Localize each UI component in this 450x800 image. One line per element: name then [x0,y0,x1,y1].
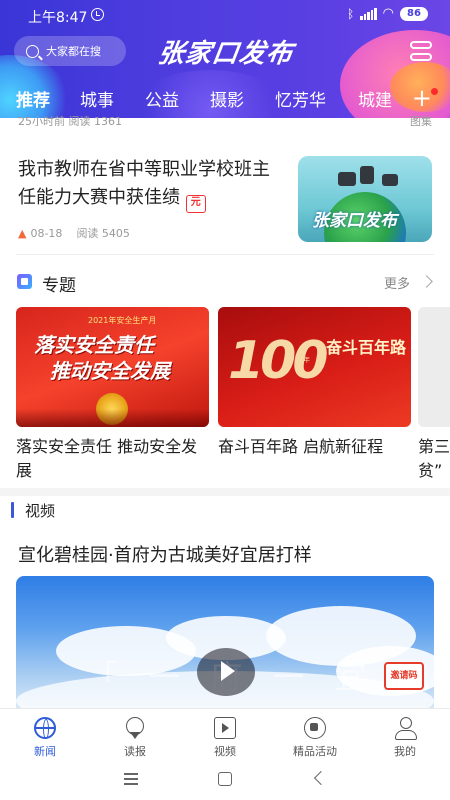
tab-memories[interactable]: 忆芳华 [275,86,326,111]
tab-public-welfare[interactable]: 公益 [145,86,179,111]
notification-dot [431,88,438,95]
tab-city-construction[interactable]: 城建 [358,86,392,111]
signal-icon [360,7,377,20]
original-tag-icon: 元 [185,195,206,213]
topic-caption: 奋斗百年路 启航新征程 [218,437,384,456]
nav-video[interactable]: 视频 [180,715,270,761]
centenary-number: 100 [228,331,329,391]
divider [16,254,434,255]
tab-recommend[interactable]: 推荐 [16,86,50,111]
hot-icon: ▲ [18,226,27,240]
previous-item-type: 图集 [410,115,432,126]
video-overlay-text: 「 一 府 一 宜 城 」 [86,658,434,696]
more-button[interactable]: 更多 [384,273,410,292]
crowd-silhouette [16,409,209,427]
tab-photography[interactable]: 摄影 [210,86,244,111]
banner-line-2: 推动安全发展 [50,359,170,383]
search-placeholder: 大家都在搜 [46,45,101,58]
battery-icon: 86 [400,6,428,21]
nav-news[interactable]: 新闻 [0,715,90,761]
home-icon[interactable] [218,772,232,786]
invite-code-button[interactable]: 邀请码 [384,662,424,690]
camera-icon [338,172,356,186]
centenary-label: 周年 [296,356,310,364]
alarm-icon [91,8,104,21]
banner-subtitle: 2021年安全生产月 [88,316,157,325]
thumbnail-logo: 张家口发布 [312,211,397,231]
activity-icon [304,717,326,739]
nav-label: 精品活动 [293,745,337,758]
centenary-banner-text: 奋斗百年路 启航新征程 [326,338,411,357]
nav-activities[interactable]: 精品活动 [270,715,360,761]
topic-card-safety[interactable]: 2021年安全生产月 落实安全责任 推动安全发展 落实安全责任 推动安全发展 [16,307,209,483]
topic-image-safety: 2021年安全生产月 落实安全责任 推动安全发展 [16,307,209,427]
topic-caption: 第三贫” [418,437,450,480]
medal-icon [126,717,144,739]
news-date: 08-18 [30,226,63,240]
news-item[interactable]: 我市教师在省中等职业学校班主任能力大赛中获佳绩 元 ▲ 08-18 阅读 540… [0,140,450,252]
chevron-right-icon[interactable] [420,275,433,288]
section-accent-bar [11,502,14,518]
special-topics-title: 专题 [42,276,76,296]
status-bar: 上午8:47 ᛒ ◠ 86 [0,0,450,30]
news-title: 我市教师在省中等职业学校班主任能力大赛中获佳绩 元 [18,156,280,213]
banner-line-1: 落实安全责任 [34,333,154,357]
news-title-text: 我市教师在省中等职业学校班主任能力大赛中获佳绩 [18,159,270,208]
play-button[interactable] [197,648,255,696]
camera-icon [382,174,398,186]
system-nav-bar [0,760,450,800]
nav-newspaper[interactable]: 读报 [90,715,180,761]
nav-label: 新闻 [34,745,56,758]
tab-city-news[interactable]: 城事 [80,86,114,111]
bluetooth-icon: ᛒ [346,6,355,21]
special-topics-header: 专题 更多 [0,268,450,296]
topic-icon [17,274,32,289]
status-time: 上午8:47 [28,10,88,26]
nav-profile[interactable]: 我的 [360,715,450,761]
add-channel-button[interactable]: + [412,86,432,110]
video-player[interactable]: 「 一 府 一 宜 城 」 邀请码 [16,576,434,708]
nav-label: 我的 [394,745,416,758]
news-thumbnail: 张家口发布 [298,156,432,242]
news-reads: 阅读 5405 [76,227,130,240]
app-logo: 张家口发布 [156,38,296,69]
menu-icon[interactable] [124,773,138,785]
app-header: 上午8:47 ᛒ ◠ 86 大家都在搜 张家口发布 推荐 城事 公益 摄影 忆芳… [0,0,450,118]
wifi-icon: ◠ [382,6,394,21]
camera-icon [360,166,374,184]
nav-label: 读报 [124,745,146,758]
section-separator [0,488,450,496]
search-input[interactable]: 大家都在搜 [14,36,126,66]
topic-image-partial [418,307,450,427]
previous-item-time-reads: 25小时前 阅读 1361 [18,115,122,126]
search-icon [26,44,39,58]
topic-card-centenary[interactable]: 100 周年 奋斗百年路 启航新征程 奋斗百年路 启航新征程 [218,307,411,459]
video-icon [214,717,236,739]
nav-label: 视频 [214,745,236,758]
user-icon [394,717,417,740]
video-section-title: 视频 [25,502,56,520]
topic-card-partial[interactable]: 第三贫” [418,307,450,483]
news-meta: ▲ 08-18 阅读 5405 [18,225,130,241]
previous-item-meta: 25小时前 阅读 1361 图集 [18,110,432,126]
globe-icon [34,717,56,739]
bottom-nav: 新闻 读报 视频 精品活动 我的 [0,708,450,760]
video-title[interactable]: 宣化碧桂园·首府为古城美好宜居打样 [18,541,312,567]
back-icon[interactable] [313,770,329,786]
topic-image-centenary: 100 周年 奋斗百年路 启航新征程 [218,307,411,427]
status-indicators: ᛒ ◠ 86 [347,6,428,21]
app-switch-icon[interactable] [410,40,432,62]
topic-caption: 落实安全责任 推动安全发展 [16,437,198,480]
video-section-header: 视频 [0,498,450,524]
